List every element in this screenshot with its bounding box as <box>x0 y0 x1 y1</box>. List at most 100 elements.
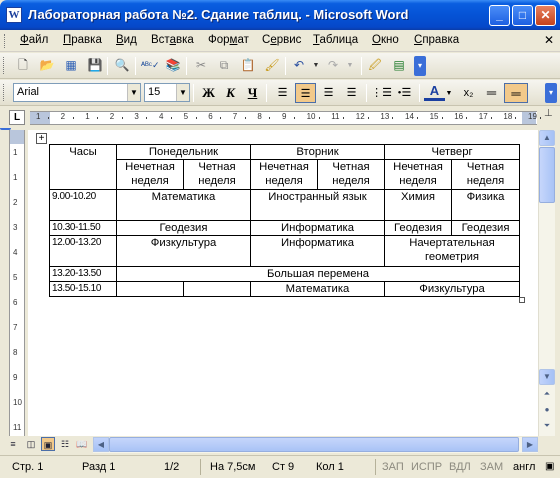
toolbar-options-icon[interactable]: ▾ <box>414 56 426 76</box>
print-preview-icon[interactable]: 🔍 <box>113 57 131 74</box>
previous-page-icon[interactable]: ⏶ <box>539 387 555 403</box>
menu-file[interactable]: Файл <box>20 34 48 46</box>
tab-selector-button[interactable]: L <box>9 110 25 125</box>
redo-icon[interactable]: ↷ <box>324 57 342 74</box>
table-move-handle-icon[interactable]: + <box>36 133 47 144</box>
research-icon[interactable]: 📚 <box>164 57 182 74</box>
window-title: Лабораторная работа №2. Сдание таблиц. -… <box>28 7 409 22</box>
permission-icon[interactable]: ▦ <box>62 57 80 74</box>
ruler-number: 8 <box>257 112 262 121</box>
ruler-number: 2 <box>13 198 18 207</box>
ruler-number: 16 <box>454 112 464 121</box>
ruler-toggle-icon[interactable]: ⊥ <box>544 108 553 119</box>
status-track-changes[interactable]: ИСПР <box>411 461 442 473</box>
web-layout-icon[interactable]: ◫ <box>24 437 38 451</box>
highlight-icon[interactable]: ═ <box>504 83 528 103</box>
word-app-icon[interactable]: W <box>6 7 22 23</box>
vertical-scrollbar[interactable]: ▲ ▼ ⏶ ● ⏷ <box>538 130 555 436</box>
save-icon[interactable]: 💾 <box>86 57 104 74</box>
spelling-status-icon[interactable]: ▣ <box>545 461 554 472</box>
next-page-icon[interactable]: ⏷ <box>539 419 555 435</box>
bulleted-list-icon[interactable]: •☰ <box>394 83 415 103</box>
tuesday-cell: Информатика <box>249 220 386 236</box>
toolbar-options-icon[interactable]: ▾ <box>545 83 557 103</box>
menu-insert[interactable]: Вставка <box>151 34 194 46</box>
align-right-icon[interactable]: ☰ <box>318 83 339 103</box>
font-color-icon[interactable]: A <box>424 83 445 101</box>
toolbar-grip[interactable] <box>3 57 9 74</box>
close-document-button[interactable]: ✕ <box>544 33 554 47</box>
horizontal-scrollbar[interactable]: ◀ ▶ <box>93 437 538 453</box>
status-language: англ <box>513 461 536 473</box>
chevron-down-icon[interactable]: ▼ <box>176 84 189 101</box>
toolbar-grip[interactable] <box>3 84 9 101</box>
horizontal-ruler[interactable]: 1 2 1 2 3 4 5 6 7 8 9 10 11 12 13 14 15 16 17 18 19 <box>30 111 541 125</box>
status-record[interactable]: ЗАП <box>382 461 404 473</box>
scroll-up-icon[interactable]: ▲ <box>539 130 555 146</box>
cut-icon[interactable]: ✂ <box>192 57 210 74</box>
ruler-number: 7 <box>232 112 238 121</box>
menu-edit[interactable]: Правка <box>63 34 102 46</box>
undo-dropdown-icon[interactable]: ▼ <box>307 57 325 74</box>
font-name-value: Arial <box>17 86 40 98</box>
minimize-button[interactable]: _ <box>489 5 510 26</box>
header-monday-cell: Понедельник <box>116 144 251 160</box>
copy-icon[interactable]: ⧉ <box>215 57 233 74</box>
bold-button[interactable]: Ж <box>198 83 219 103</box>
vertical-ruler[interactable]: 1 1 2 3 4 5 6 7 8 9 10 11 <box>9 130 25 436</box>
menu-help[interactable]: Справка <box>414 34 459 46</box>
status-section: Разд 1 <box>82 461 116 473</box>
chevron-down-icon[interactable]: ▼ <box>127 84 140 101</box>
align-left-icon[interactable]: ☰ <box>272 83 293 103</box>
close-button[interactable]: ✕ <box>535 5 556 26</box>
normal-view-icon[interactable]: ≡ <box>6 437 20 451</box>
new-document-icon[interactable]: 🗋 <box>14 57 32 74</box>
strikethrough-icon[interactable]: ═ <box>481 83 502 103</box>
maximize-button[interactable]: □ <box>512 5 533 26</box>
time-cell: 12.00-13.20 <box>49 235 117 267</box>
format-painter-icon[interactable]: 🖌 <box>263 57 281 74</box>
document-page[interactable]: + Часы Понедельник Вторник Четверг Нечет… <box>28 130 538 436</box>
underline-button[interactable]: Ч <box>242 83 263 103</box>
ruler-number: 7 <box>13 323 18 332</box>
italic-button[interactable]: К <box>220 83 241 103</box>
schedule-table[interactable]: Часы Понедельник Вторник Четверг Нечетна… <box>49 144 521 297</box>
outline-view-icon[interactable]: ☷ <box>58 437 72 451</box>
menu-tools[interactable]: Сервис <box>262 34 301 46</box>
tables-and-borders-icon[interactable]: ▤ <box>390 57 408 74</box>
scroll-down-icon[interactable]: ▼ <box>539 369 555 385</box>
undo-icon[interactable]: ↶ <box>290 57 308 74</box>
select-browse-object-icon[interactable]: ● <box>539 403 555 419</box>
toolbar-grip[interactable] <box>4 34 7 48</box>
ruler-number: 4 <box>13 248 18 257</box>
menu-window[interactable]: Окно <box>372 34 399 46</box>
print-layout-icon[interactable]: ▣ <box>41 437 55 451</box>
menu-table[interactable]: Таблица <box>313 34 358 46</box>
scroll-right-icon[interactable]: ▶ <box>522 437 538 452</box>
reading-layout-icon[interactable]: 📖 <box>75 437 89 451</box>
align-center-icon[interactable]: ☰ <box>295 83 316 103</box>
horizontal-scroll-thumb[interactable] <box>109 437 519 452</box>
table-row: 13.50-15.10 Математика Физкультура <box>49 281 521 297</box>
paste-icon[interactable]: 📋 <box>239 57 257 74</box>
redo-dropdown-icon[interactable]: ▼ <box>341 57 359 74</box>
subscript-icon[interactable]: x₂ <box>458 83 479 103</box>
ruler-tick <box>97 117 99 119</box>
font-color-dropdown-icon[interactable]: ▼ <box>444 83 454 103</box>
header-even-week-cell: Четная неделя <box>183 159 251 190</box>
status-overtype[interactable]: ЗАМ <box>480 461 503 473</box>
spelling-icon[interactable]: ᴬᴮᶜ✓ <box>141 57 160 74</box>
table-resize-handle-icon[interactable] <box>519 297 525 303</box>
monday-cell: Физкультура <box>116 235 251 267</box>
justify-icon[interactable]: ☰ <box>341 83 362 103</box>
status-extend[interactable]: ВДЛ <box>449 461 471 473</box>
open-folder-icon[interactable]: 📂 <box>38 57 56 74</box>
scroll-left-icon[interactable]: ◀ <box>93 437 109 452</box>
menu-view[interactable]: Вид <box>116 34 137 46</box>
vertical-scroll-thumb[interactable] <box>539 147 555 203</box>
menu-format[interactable]: Формат <box>208 34 249 46</box>
numbered-list-icon[interactable]: ⋮☰ <box>371 83 392 103</box>
font-name-select[interactable]: Arial ▼ <box>13 83 141 102</box>
font-size-select[interactable]: 15 ▼ <box>144 83 190 102</box>
insert-hyperlink-icon[interactable]: 🖉 <box>366 57 384 74</box>
